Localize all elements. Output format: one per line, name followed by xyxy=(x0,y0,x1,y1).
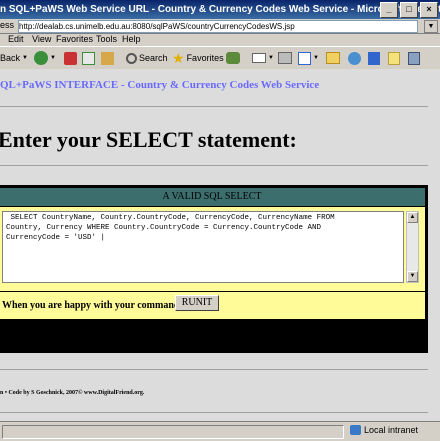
chevron-down-icon: ▼ xyxy=(268,55,274,61)
menu-bar: Edit View Favorites Tools Help xyxy=(0,34,440,46)
home-button[interactable] xyxy=(101,50,114,66)
divider xyxy=(0,369,428,370)
search-label: Search xyxy=(139,53,168,63)
address-input[interactable]: http://dealab.cs.unimelb.edu.au:8080/sql… xyxy=(18,20,418,33)
mail-icon xyxy=(252,53,266,63)
menu-favorites[interactable]: Favorites xyxy=(56,34,93,44)
zone-label: Local intranet xyxy=(364,425,419,435)
window-titlebar[interactable]: n SQL+PaWS Web Service URL - Country & C… xyxy=(0,0,440,19)
edit-button[interactable]: ▼ xyxy=(298,50,319,66)
maximize-button[interactable]: □ xyxy=(400,2,418,18)
chevron-down-icon: ▼ xyxy=(313,55,319,61)
status-main xyxy=(2,425,344,439)
menu-tools[interactable]: Tools xyxy=(96,34,117,44)
print-icon xyxy=(278,52,292,64)
divider xyxy=(0,412,428,413)
panel-body: SELECT CountryName, Country.CountryCode,… xyxy=(0,207,425,291)
refresh-button[interactable] xyxy=(82,50,95,66)
home-icon xyxy=(101,51,114,65)
menu-edit[interactable]: Edit xyxy=(8,34,24,44)
run-button[interactable]: RUNIT xyxy=(175,295,219,311)
toolbar: Back ▼ ▼ Search ★ Favorites ▼ ▼ xyxy=(0,46,440,70)
stop-button[interactable] xyxy=(64,50,77,66)
favorites-label: Favorites xyxy=(186,53,224,63)
divider xyxy=(0,106,428,107)
research-icon xyxy=(368,51,380,65)
credits-text: n • Code by S Goschnick, 2007© www.Digit… xyxy=(0,390,145,396)
star-icon: ★ xyxy=(172,49,185,66)
page-content: QL+PaWS INTERFACE - Country & Currency C… xyxy=(0,69,440,421)
extension-icon xyxy=(408,51,420,65)
run-prompt-label: When you are happy with your command: xyxy=(2,300,183,311)
notes-icon xyxy=(388,51,400,65)
notes-button[interactable] xyxy=(388,50,400,66)
sql-panel: A VALID SQL SELECT SELECT CountryName, C… xyxy=(0,185,428,353)
intranet-icon xyxy=(350,425,361,435)
close-button[interactable]: × xyxy=(420,2,438,18)
address-dropdown-icon[interactable]: ▼ xyxy=(424,20,438,33)
research-button[interactable] xyxy=(368,50,380,66)
page-title: Enter your SELECT statement: xyxy=(0,127,297,152)
media-icon xyxy=(226,52,240,64)
menu-view[interactable]: View xyxy=(32,34,51,44)
window-controls: _ □ × xyxy=(380,2,438,18)
forward-arrow-icon xyxy=(34,51,48,65)
sql-textarea[interactable]: SELECT CountryName, Country.CountryCode,… xyxy=(2,211,404,283)
mail-button[interactable]: ▼ xyxy=(252,50,274,66)
forward-button[interactable]: ▼ xyxy=(34,50,56,66)
edit-icon xyxy=(298,51,311,65)
back-button[interactable]: Back ▼ xyxy=(0,50,28,66)
extension-button[interactable] xyxy=(408,50,420,66)
panel-header: A VALID SQL SELECT xyxy=(0,188,425,206)
address-bar: ess http://dealab.cs.unimelb.edu.au:8080… xyxy=(0,19,440,34)
folder-button[interactable] xyxy=(326,50,340,66)
page-heading: QL+PaWS INTERFACE - Country & Currency C… xyxy=(0,79,320,91)
window-title: n SQL+PaWS Web Service URL - Country & C… xyxy=(0,4,440,15)
chevron-down-icon: ▼ xyxy=(22,55,28,61)
status-bar: Local intranet xyxy=(0,421,440,441)
textarea-scrollbar[interactable]: ▲ ▼ xyxy=(406,211,419,283)
panel-footer: When you are happy with your command: RU… xyxy=(0,292,425,319)
messenger-icon xyxy=(348,51,361,65)
scroll-up-icon[interactable]: ▲ xyxy=(407,212,418,223)
back-label: Back xyxy=(0,53,21,63)
media-button[interactable] xyxy=(226,50,240,66)
divider xyxy=(0,165,428,166)
refresh-icon xyxy=(82,51,95,65)
menu-help[interactable]: Help xyxy=(122,34,141,44)
print-button[interactable] xyxy=(278,50,292,66)
stop-icon xyxy=(64,51,77,65)
search-icon xyxy=(126,52,137,64)
address-label: ess xyxy=(0,20,15,30)
security-zone: Local intranet xyxy=(350,425,418,435)
folder-icon xyxy=(326,52,340,64)
messenger-button[interactable] xyxy=(348,50,361,66)
search-button[interactable]: Search xyxy=(126,50,168,66)
minimize-button[interactable]: _ xyxy=(380,2,398,18)
favorites-button[interactable]: ★ Favorites xyxy=(172,50,224,66)
chevron-down-icon: ▼ xyxy=(50,55,56,61)
scroll-down-icon[interactable]: ▼ xyxy=(407,271,418,282)
